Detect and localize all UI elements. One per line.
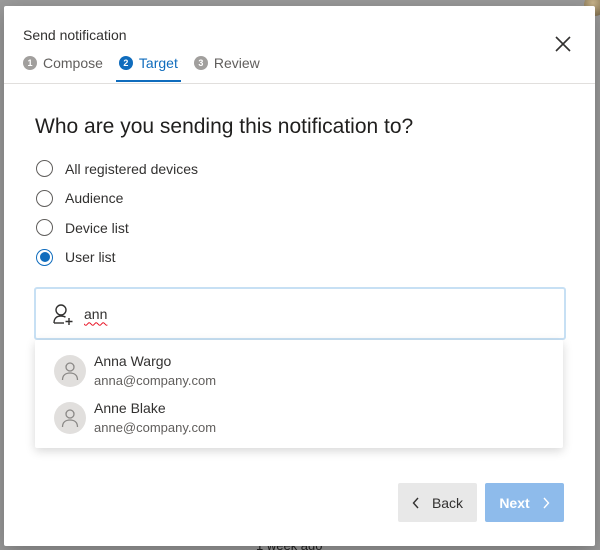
radio-button[interactable]: [36, 160, 53, 178]
close-button[interactable]: [551, 32, 575, 56]
next-label: Next: [499, 494, 530, 511]
radio-label: User list: [65, 249, 116, 266]
dialog-title: Send notification: [23, 27, 127, 43]
next-button[interactable]: Next: [485, 483, 564, 522]
radio-label: All registered devices: [65, 160, 199, 177]
user-search-input[interactable]: ann: [34, 287, 566, 340]
person-icon: [61, 361, 79, 380]
step-compose[interactable]: 1 Compose: [23, 50, 103, 76]
chevron-left-icon: [412, 497, 419, 508]
dialog-header: Send notification 1 Compose 2 Target 3 R…: [4, 6, 595, 84]
radio-dot: [39, 252, 50, 263]
step-target[interactable]: 2 Target: [115, 50, 181, 82]
person-add-icon: [53, 303, 73, 325]
target-question: Who are you sending this notification to…: [35, 115, 414, 138]
suggestion-email: anna@company.com: [94, 372, 217, 388]
suggestion-item[interactable]: Anna Wargo anna@company.com: [35, 347, 563, 394]
suggestion-item[interactable]: Anne Blake anne@company.com: [35, 394, 563, 441]
step-label: Target: [138, 55, 178, 71]
radio-audience[interactable]: Audience: [36, 184, 198, 214]
back-label: Back: [431, 494, 464, 511]
send-notification-dialog: Send notification 1 Compose 2 Target 3 R…: [4, 6, 595, 546]
radio-device-list[interactable]: Device list: [36, 213, 198, 243]
close-icon: [555, 36, 571, 52]
user-suggestions-list: Anna Wargo anna@company.com Anne Blake a…: [35, 340, 563, 448]
target-radio-group: All registered devices Audience Device l…: [36, 154, 198, 272]
radio-button[interactable]: [36, 219, 53, 237]
wizard-steps: 1 Compose 2 Target 3 Review: [23, 50, 276, 84]
suggestion-email: anne@company.com: [94, 419, 217, 435]
chevron-right-icon: [543, 497, 550, 508]
step-review[interactable]: 3 Review: [193, 50, 260, 76]
avatar: [54, 401, 86, 434]
step-label: Review: [213, 55, 260, 71]
radio-user-list[interactable]: User list: [36, 243, 198, 273]
step-label: Compose: [43, 55, 103, 71]
radio-all-devices[interactable]: All registered devices: [36, 154, 198, 184]
suggestion-name: Anne Blake: [94, 399, 166, 416]
step-number: 1: [23, 56, 37, 70]
suggestion-name: Anna Wargo: [94, 352, 172, 369]
radio-button[interactable]: [36, 189, 53, 207]
avatar: [54, 354, 86, 387]
radio-label: Device list: [65, 219, 129, 236]
step-number: 2: [118, 56, 133, 70]
radio-label: Audience: [65, 190, 124, 207]
search-value: ann: [84, 305, 108, 322]
back-button[interactable]: Back: [398, 483, 477, 522]
person-icon: [61, 408, 79, 427]
step-number: 3: [193, 56, 208, 70]
radio-button-checked[interactable]: [36, 248, 53, 266]
